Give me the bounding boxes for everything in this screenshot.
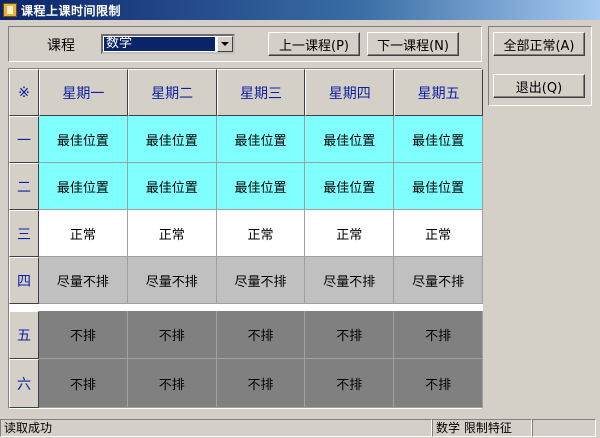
period-header[interactable]: 六 [9,359,39,408]
app-icon [3,3,17,17]
schedule-cell[interactable]: 尽量不排 [305,257,395,304]
schedule-cell[interactable]: 最佳位置 [39,163,128,210]
schedule-cell[interactable]: 最佳位置 [305,163,395,210]
period-header[interactable]: 三 [9,210,39,257]
period-header[interactable]: 五 [9,311,39,359]
period-row: 四 尽量不排 尽量不排 尽量不排 尽量不排 尽量不排 [9,257,483,304]
schedule-cell[interactable]: 不排 [216,359,306,408]
period-row: 五 不排 不排 不排 不排 不排 [9,311,483,359]
schedule-cell[interactable]: 最佳位置 [216,163,306,210]
section-gap [9,304,483,311]
course-selected-value: 数学 [104,37,215,51]
schedule-cell[interactable]: 不排 [305,359,395,408]
period-row: 三 正常 正常 正常 正常 正常 [9,210,483,257]
schedule-cell[interactable]: 不排 [394,359,483,408]
status-message: 读取成功 [0,419,432,437]
schedule-cell[interactable]: 最佳位置 [127,116,217,163]
schedule-cell[interactable]: 不排 [216,311,306,359]
period-header[interactable]: 四 [9,257,39,304]
course-label: 课程 [47,38,75,54]
schedule-cell[interactable]: 不排 [394,311,483,359]
schedule-cell[interactable]: 最佳位置 [394,163,483,210]
day-header[interactable]: 星期三 [216,69,306,116]
day-header[interactable]: 星期四 [305,69,395,116]
schedule-cell[interactable]: 尽量不排 [394,257,483,304]
window-title: 课程上课时间限制 [21,3,122,18]
period-header[interactable]: 一 [9,116,39,163]
schedule-cell[interactable]: 正常 [127,210,217,257]
schedule-cell[interactable]: 最佳位置 [305,116,395,163]
day-header[interactable]: 星期五 [394,69,483,116]
period-row: 一 最佳位置 最佳位置 最佳位置 最佳位置 最佳位置 [9,116,483,163]
title-bar: 课程上课时间限制 [0,0,600,20]
exit-button[interactable]: 退出(Q) [493,74,585,98]
schedule-cell[interactable]: 尽量不排 [216,257,306,304]
all-normal-button[interactable]: 全部正常(A) [493,32,585,56]
period-row: 六 不排 不排 不排 不排 不排 [9,359,483,408]
grid-header-row: ※ 星期一 星期二 星期三 星期四 星期五 [9,69,483,116]
chevron-down-icon[interactable] [217,36,233,52]
schedule-cell[interactable]: 不排 [305,311,395,359]
schedule-cell[interactable]: 不排 [127,311,217,359]
schedule-cell[interactable]: 不排 [39,311,128,359]
next-course-button[interactable]: 下一课程(N) [367,32,459,56]
grid-corner: ※ [9,69,39,116]
schedule-cell[interactable]: 最佳位置 [216,116,306,163]
schedule-cell[interactable]: 尽量不排 [39,257,128,304]
schedule-cell[interactable]: 不排 [39,359,128,408]
status-bar: 读取成功 数学 限制特征 [0,418,600,438]
status-empty [532,419,596,437]
period-row: 二 最佳位置 最佳位置 最佳位置 最佳位置 最佳位置 [9,163,483,210]
period-header[interactable]: 二 [9,163,39,210]
schedule-cell[interactable]: 正常 [39,210,128,257]
prev-course-button[interactable]: 上一课程(P) [268,32,360,56]
day-header[interactable]: 星期一 [39,69,128,116]
course-dropdown[interactable]: 数学 [101,34,235,54]
schedule-cell[interactable]: 正常 [305,210,395,257]
schedule-cell[interactable]: 最佳位置 [127,163,217,210]
day-header[interactable]: 星期二 [127,69,217,116]
schedule-cell[interactable]: 最佳位置 [39,116,128,163]
schedule-cell[interactable]: 正常 [216,210,306,257]
schedule-cell[interactable]: 正常 [394,210,483,257]
schedule-grid: ※ 星期一 星期二 星期三 星期四 星期五 一 最佳位置 最佳位置 最佳位置 最… [8,68,483,409]
schedule-cell[interactable]: 最佳位置 [394,116,483,163]
status-info: 数学 限制特征 [432,419,532,437]
schedule-cell[interactable]: 尽量不排 [127,257,217,304]
schedule-cell[interactable]: 不排 [127,359,217,408]
